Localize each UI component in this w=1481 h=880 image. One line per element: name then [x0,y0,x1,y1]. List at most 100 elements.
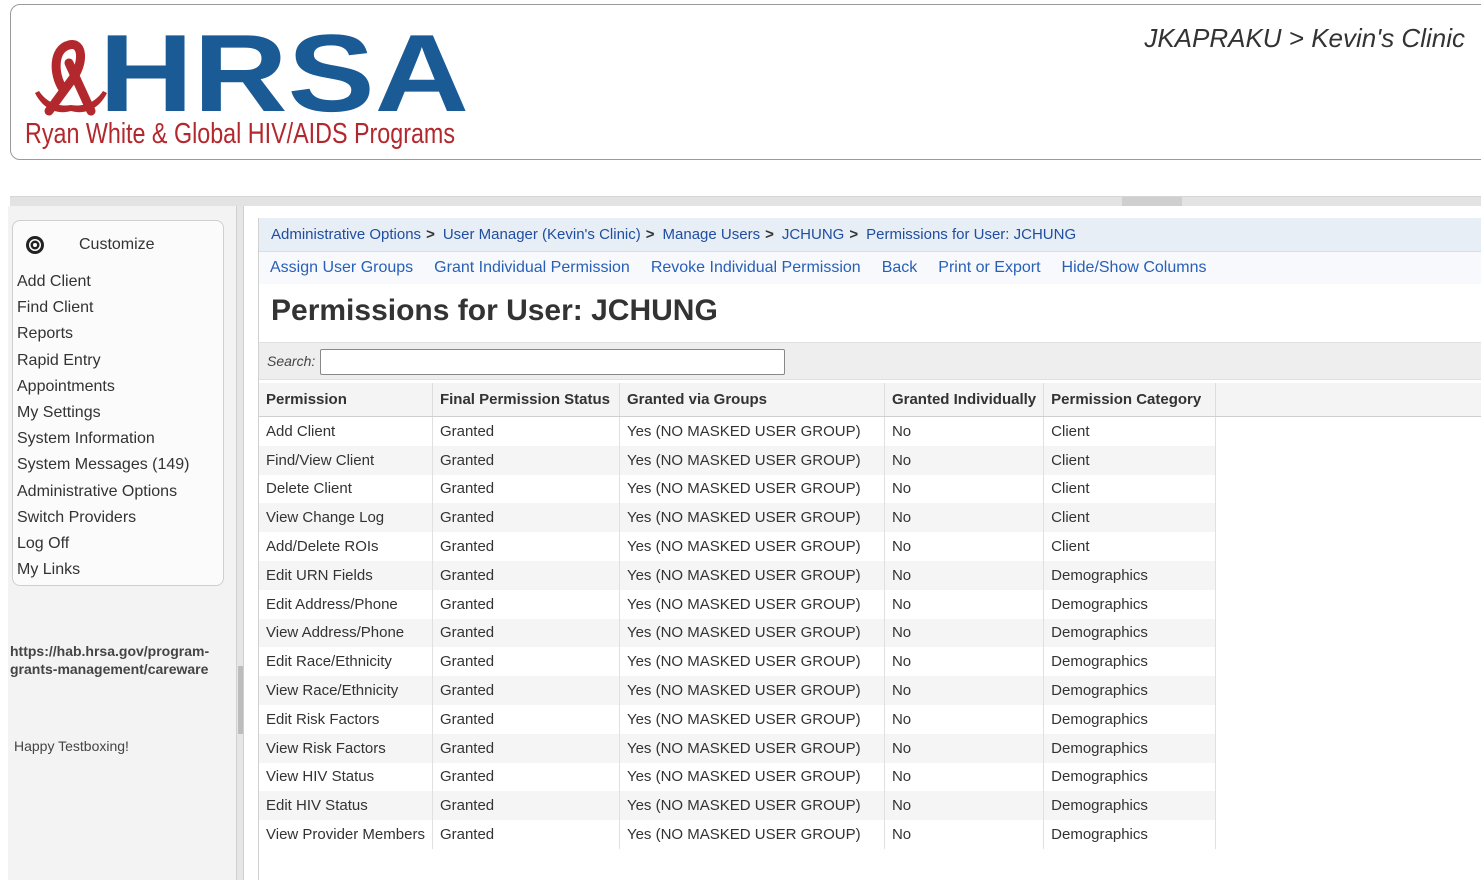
careware-link[interactable]: https://hab.hrsa.gov/program-grants-mana… [10,642,230,678]
final-status-cell: Granted [432,560,620,590]
table-row[interactable]: Edit Risk Factors Granted Yes (NO MASKED U… [259,704,1217,734]
granted-via-groups-cell: Yes (NO MASKED USER GROUP) [619,733,885,763]
search-input[interactable] [320,349,785,375]
layout-separator [10,196,1481,206]
table-row[interactable]: Delete Client Granted Yes (NO MASKED USER … [259,474,1217,504]
page-title: Permissions for User: JCHUNG [271,294,718,327]
user-context: JKAPRAKU > Kevin's Clinic [1144,23,1465,53]
granted-via-groups-cell: Yes (NO MASKED USER GROUP) [619,532,885,561]
breadcrumb-administrative-options[interactable]: Administrative Options [271,226,421,243]
table-row[interactable]: Find/View Client Granted Yes (NO MASKED US… [259,445,1217,475]
breadcrumb-current[interactable]: Permissions for User: JCHUNG [866,226,1076,243]
permission-cell: View Provider Members [259,820,433,849]
sidebar-item-my-settings[interactable]: My Settings [17,400,190,426]
breadcrumb-separator: > [849,226,859,243]
permission-cell: Edit Risk Factors [259,704,433,734]
granted-individually-cell: No [884,618,1045,648]
table-row[interactable]: View HIV Status Granted Yes (NO MASKED USE… [259,762,1217,792]
back-link[interactable]: Back [882,259,918,277]
granted-via-groups-cell: Yes (NO MASKED USER GROUP) [619,762,885,792]
granted-individually-cell: No [884,560,1045,590]
final-status-cell: Granted [432,704,620,734]
sidebar-item-switch-providers[interactable]: Switch Providers [17,505,190,531]
tagline: Happy Testboxing! [14,738,129,754]
granted-via-groups-cell: Yes (NO MASKED USER GROUP) [619,445,885,475]
final-status-cell: Granted [432,445,620,475]
revoke-individual-permission-link[interactable]: Revoke Individual Permission [651,259,861,277]
granted-individually-cell: No [884,791,1045,821]
granted-via-groups-cell: Yes (NO MASKED USER GROUP) [619,474,885,504]
granted-individually-cell: No [884,474,1045,504]
breadcrumb-separator: > [765,226,774,243]
column-header-granted-via-groups[interactable]: Granted via Groups [619,383,885,417]
hide-show-columns-link[interactable]: Hide/Show Columns [1062,259,1207,277]
granted-via-groups-cell: Yes (NO MASKED USER GROUP) [619,503,885,533]
granted-via-groups-cell: Yes (NO MASKED USER GROUP) [619,560,885,590]
column-header-granted-individually[interactable]: Granted Individually [884,383,1045,417]
sidebar-item-add-client[interactable]: Add Client [17,269,190,295]
table-row[interactable]: View Address/Phone Granted Yes (NO MASKED … [259,618,1217,648]
sidebar-item-system-information[interactable]: System Information [17,426,190,452]
permission-cell: View Change Log [259,503,433,533]
grant-individual-permission-link[interactable]: Grant Individual Permission [434,259,630,277]
left-panel-splitter[interactable] [236,206,244,880]
table-row[interactable]: Edit HIV Status Granted Yes (NO MASKED USE… [259,791,1217,821]
permission-category-cell: Demographics [1043,762,1217,792]
table-row[interactable]: Add/Delete ROIs Granted Yes (NO MASKED USE… [259,532,1217,561]
granted-individually-cell: No [884,733,1045,763]
final-status-cell: Granted [432,474,620,504]
permission-cell: Edit URN Fields [259,560,433,590]
table-row[interactable]: View Change Log Granted Yes (NO MASKED USE… [259,503,1217,533]
granted-individually-cell: No [884,416,1045,446]
column-header-permission-category[interactable]: Permission Category [1043,383,1217,417]
sidebar-item-my-links[interactable]: My Links [17,557,190,583]
assign-user-groups-link[interactable]: Assign User Groups [270,259,413,277]
breadcrumb-manage-users[interactable]: Manage Users [663,226,761,243]
sidebar-item-reports[interactable]: Reports [17,321,190,347]
permission-category-cell: Demographics [1043,820,1217,849]
permission-category-cell: Demographics [1043,589,1217,619]
table-row[interactable]: Edit URN Fields Granted Yes (NO MASKED USE… [259,560,1217,590]
final-status-cell: Granted [432,618,620,648]
final-status-cell: Granted [432,589,620,619]
granted-individually-cell: No [884,532,1045,561]
table-row[interactable]: View Race/Ethnicity Granted Yes (NO MASKED… [259,676,1217,705]
print-or-export-link[interactable]: Print or Export [938,259,1040,277]
table-row[interactable]: Edit Race/Ethnicity Granted Yes (NO MASKED… [259,647,1217,677]
hrsa-logo: HRSA Ryan White & Global HIV/AIDS Progra… [23,19,473,149]
column-header-permission[interactable]: Permission [259,383,433,417]
permission-cell: View Risk Factors [259,733,433,763]
search-bar: Search: [259,342,1481,380]
breadcrumb-separator: > [645,226,655,243]
granted-via-groups-cell: Yes (NO MASKED USER GROUP) [619,704,885,734]
sidebar-item-appointments[interactable]: Appointments [17,374,190,400]
splitter-grip[interactable] [238,666,243,734]
sidebar-item-log-off[interactable]: Log Off [17,531,190,557]
permission-cell: Edit Race/Ethnicity [259,647,433,677]
permission-cell: View HIV Status [259,762,433,792]
table-row[interactable]: View Risk Factors Granted Yes (NO MASKED U… [259,733,1217,763]
main-content: Administrative Options > User Manager (Ke… [258,218,1481,880]
table-row[interactable]: Add Client Granted Yes (NO MASKED USER GRO… [259,416,1217,446]
sidebar-item-system-messages[interactable]: System Messages (149) [17,452,190,478]
final-status-cell: Granted [432,416,620,446]
sidebar-item-rapid-entry[interactable]: Rapid Entry [17,348,190,374]
final-status-cell: Granted [432,503,620,533]
permission-category-cell: Client [1043,503,1217,533]
final-status-cell: Granted [432,791,620,821]
breadcrumb-user[interactable]: JCHUNG [782,226,845,243]
permissions-table: Permission Final Permission Status Grant… [259,383,1217,849]
column-header-final-status[interactable]: Final Permission Status [432,383,620,417]
granted-via-groups-cell: Yes (NO MASKED USER GROUP) [619,618,885,648]
breadcrumb-user-manager[interactable]: User Manager (Kevin's Clinic) [443,226,641,243]
separator-grip[interactable] [1122,197,1182,206]
permission-cell: View Address/Phone [259,618,433,648]
table-row[interactable]: View Provider Members Granted Yes (NO MASK… [259,820,1217,849]
sidebar-item-administrative-options[interactable]: Administrative Options [17,479,190,505]
search-label: Search: [267,353,316,369]
permission-cell: Add Client [259,416,433,446]
customize-button[interactable]: Customize [25,235,155,255]
sidebar-item-find-client[interactable]: Find Client [17,295,190,321]
table-row[interactable]: Edit Address/Phone Granted Yes (NO MASKED … [259,589,1217,619]
permission-category-cell: Client [1043,532,1217,561]
